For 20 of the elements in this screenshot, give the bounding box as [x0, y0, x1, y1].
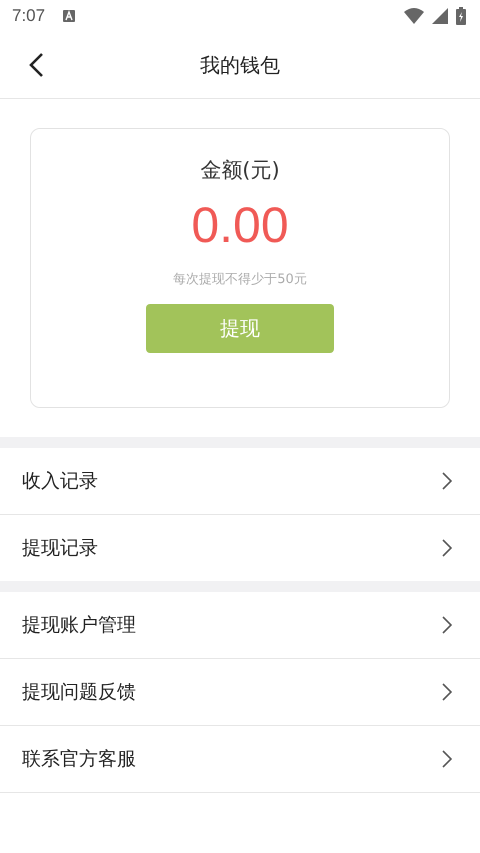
menu-item[interactable]: 提现问题反馈 — [0, 659, 480, 726]
chevron-icon — [442, 616, 452, 634]
back-icon[interactable] — [28, 52, 44, 78]
amount-value: 0.00 — [191, 196, 289, 254]
wifi-icon — [404, 8, 424, 24]
chevron-icon — [442, 683, 452, 701]
status-time: 7:07 — [12, 6, 46, 26]
signal-icon — [432, 8, 448, 24]
notification-icon — [63, 10, 76, 22]
menu-item[interactable]: 提现账户管理 — [0, 592, 480, 659]
chevron-icon — [442, 539, 452, 557]
amount-label: 金额(元) — [200, 157, 280, 184]
page-title: 我的钱包 — [200, 52, 280, 78]
menu-item[interactable]: 联系官方客服 — [0, 726, 480, 793]
chevron-icon — [442, 750, 452, 768]
menu-item[interactable]: 收入记录 — [0, 448, 480, 515]
menu-item[interactable]: 提现记录 — [0, 515, 480, 581]
chevron-icon — [442, 472, 452, 490]
withdraw-note: 每次提现不得少于50元 — [173, 271, 307, 288]
battery-icon — [456, 7, 466, 25]
